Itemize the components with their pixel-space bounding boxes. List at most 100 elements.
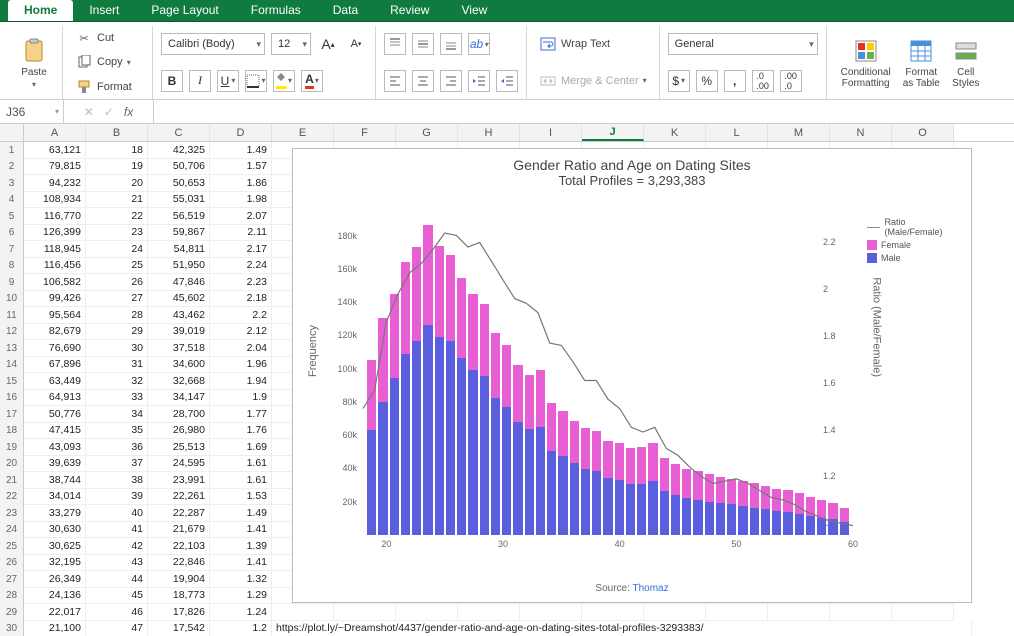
increase-decimal-button[interactable]: .0.00 <box>752 70 774 92</box>
row-header[interactable]: 5 <box>0 208 24 225</box>
cell[interactable]: 24,136 <box>24 588 86 605</box>
cell[interactable]: 1.39 <box>210 538 272 555</box>
cell[interactable]: 42,325 <box>148 142 210 159</box>
cell[interactable]: 33,279 <box>24 505 86 522</box>
orientation-button[interactable]: ab▾ <box>468 33 490 55</box>
col-header-M[interactable]: M <box>768 124 830 141</box>
cell[interactable]: 32,195 <box>24 555 86 572</box>
cell-styles-button[interactable]: Cell Styles <box>946 37 980 89</box>
col-header-B[interactable]: B <box>86 124 148 141</box>
row-header[interactable]: 30 <box>0 621 24 636</box>
cell[interactable]: 1.29 <box>210 588 272 605</box>
cell[interactable]: 37 <box>86 456 148 473</box>
col-header-A[interactable]: A <box>24 124 86 141</box>
col-header-H[interactable]: H <box>458 124 520 141</box>
cell[interactable]: 94,232 <box>24 175 86 192</box>
cell[interactable]: 2.23 <box>210 274 272 291</box>
cell[interactable]: 2.07 <box>210 208 272 225</box>
cell[interactable]: 1.41 <box>210 522 272 539</box>
cell[interactable]: 1.98 <box>210 192 272 209</box>
cell[interactable]: 1.53 <box>210 489 272 506</box>
cell[interactable]: 34,014 <box>24 489 86 506</box>
cell[interactable]: 19,904 <box>148 571 210 588</box>
tab-page-layout[interactable]: Page Layout <box>135 0 234 21</box>
cell[interactable]: 2.2 <box>210 307 272 324</box>
cell[interactable]: 2.17 <box>210 241 272 258</box>
cell[interactable]: 18 <box>86 142 148 159</box>
cell[interactable]: 21,100 <box>24 621 86 636</box>
cell[interactable]: 42 <box>86 538 148 555</box>
row-header[interactable]: 13 <box>0 340 24 357</box>
align-top-button[interactable] <box>384 33 406 55</box>
cell[interactable]: 1.9 <box>210 390 272 407</box>
cell[interactable]: 26,349 <box>24 571 86 588</box>
col-header-C[interactable]: C <box>148 124 210 141</box>
row-header[interactable]: 15 <box>0 373 24 390</box>
row-header[interactable]: 21 <box>0 472 24 489</box>
row-header[interactable]: 3 <box>0 175 24 192</box>
cell[interactable]: 22,261 <box>148 489 210 506</box>
cell[interactable]: 79,815 <box>24 159 86 176</box>
col-header-K[interactable]: K <box>644 124 706 141</box>
formula-input[interactable] <box>154 100 1014 123</box>
cell[interactable]: 47,846 <box>148 274 210 291</box>
cell[interactable]: 2.18 <box>210 291 272 308</box>
row-header[interactable]: 7 <box>0 241 24 258</box>
select-all-corner[interactable] <box>0 124 24 141</box>
cell[interactable]: 26 <box>86 274 148 291</box>
cell[interactable]: 26,980 <box>148 423 210 440</box>
decrease-font-button[interactable]: A▾ <box>345 33 367 55</box>
font-color-button[interactable]: A▾ <box>301 70 323 92</box>
border-button[interactable]: ▾ <box>245 70 267 92</box>
row-header[interactable]: 18 <box>0 423 24 440</box>
cell[interactable]: 24 <box>86 241 148 258</box>
row-header[interactable]: 1 <box>0 142 24 159</box>
cell[interactable]: 1.94 <box>210 373 272 390</box>
col-header-F[interactable]: F <box>334 124 396 141</box>
cell[interactable]: 116,456 <box>24 258 86 275</box>
increase-indent-button[interactable] <box>496 70 518 92</box>
cell[interactable]: 63,121 <box>24 142 86 159</box>
cell[interactable]: 51,950 <box>148 258 210 275</box>
cell[interactable]: 29 <box>86 324 148 341</box>
cell[interactable]: 28,700 <box>148 406 210 423</box>
format-painter-button[interactable]: Format <box>71 76 144 98</box>
cell[interactable]: 30 <box>86 340 148 357</box>
cell[interactable]: 1.96 <box>210 357 272 374</box>
underline-button[interactable]: U▾ <box>217 70 239 92</box>
enter-icon[interactable]: ✓ <box>104 105 114 119</box>
cell[interactable]: 17,826 <box>148 604 210 621</box>
row-header[interactable]: 4 <box>0 192 24 209</box>
cell[interactable]: 22 <box>86 208 148 225</box>
col-header-I[interactable]: I <box>520 124 582 141</box>
paste-button[interactable]: Paste ▾ <box>14 37 54 89</box>
row-header[interactable]: 2 <box>0 159 24 176</box>
cell[interactable]: 21,679 <box>148 522 210 539</box>
cell[interactable]: 99,426 <box>24 291 86 308</box>
cell[interactable]: 106,582 <box>24 274 86 291</box>
cell[interactable]: 50,776 <box>24 406 86 423</box>
number-format-select[interactable]: General <box>668 33 818 55</box>
currency-button[interactable]: $▾ <box>668 70 690 92</box>
cell[interactable]: 47,415 <box>24 423 86 440</box>
row-header[interactable]: 23 <box>0 505 24 522</box>
align-middle-button[interactable] <box>412 33 434 55</box>
cell[interactable]: 1.32 <box>210 571 272 588</box>
col-header-D[interactable]: D <box>210 124 272 141</box>
row-header[interactable]: 12 <box>0 324 24 341</box>
cell[interactable]: 23,991 <box>148 472 210 489</box>
cell[interactable]: 33 <box>86 390 148 407</box>
col-header-J[interactable]: J <box>582 124 644 141</box>
cell[interactable]: 1.61 <box>210 472 272 489</box>
cell[interactable]: 25,513 <box>148 439 210 456</box>
cell[interactable]: 64,913 <box>24 390 86 407</box>
cell[interactable]: 45,602 <box>148 291 210 308</box>
cell[interactable]: 34 <box>86 406 148 423</box>
cell[interactable]: 1.24 <box>210 604 272 621</box>
cell[interactable]: 46 <box>86 604 148 621</box>
cell[interactable]: 45 <box>86 588 148 605</box>
cell[interactable]: 1.86 <box>210 175 272 192</box>
cell[interactable]: 21 <box>86 192 148 209</box>
cell[interactable]: 39,019 <box>148 324 210 341</box>
cell[interactable]: 32 <box>86 373 148 390</box>
